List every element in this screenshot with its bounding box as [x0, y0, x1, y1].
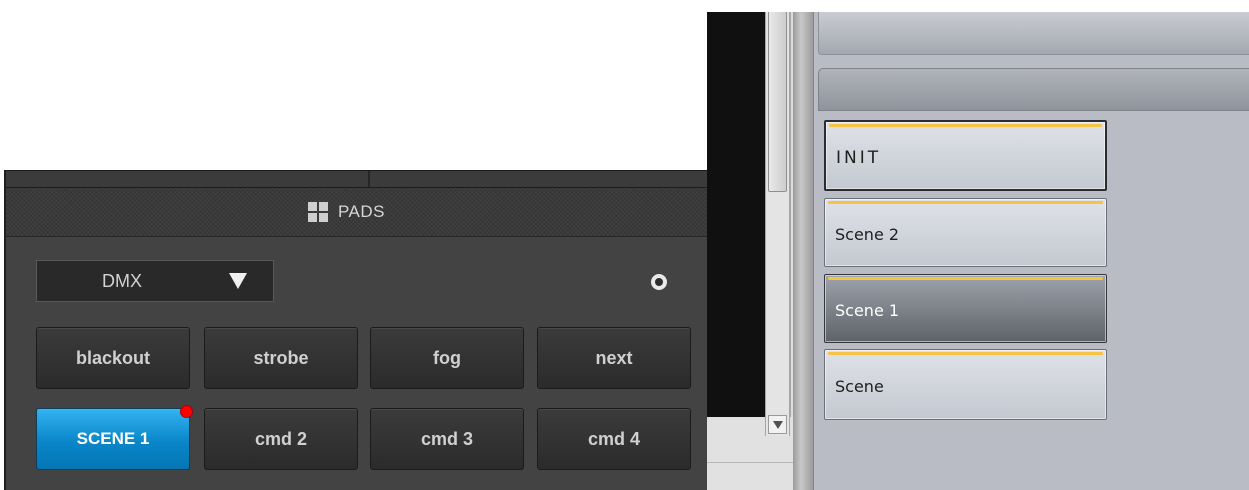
scene-label: Scene 2	[835, 225, 900, 244]
active-indicator-dot	[180, 405, 193, 418]
pad-scene-1[interactable]: SCENE 1	[36, 405, 193, 470]
scene-panel: INIT Scene 2 Scene 1 Scene	[813, 12, 1249, 490]
pads-panel: PADS DMX blackout strobe fog next SCENE …	[4, 170, 707, 490]
pad-label: cmd 2	[254, 428, 308, 449]
pad-next[interactable]: next	[537, 327, 691, 389]
scroll-down-arrow-icon	[772, 420, 783, 429]
scene-accent-bar	[829, 124, 1102, 127]
list-area[interactable]	[707, 12, 765, 417]
grid-icon	[307, 202, 328, 222]
footer-divider	[707, 462, 793, 463]
pad-cmd-3[interactable]: cmd 3	[370, 408, 524, 470]
pad-label: next	[595, 347, 633, 368]
vertical-scrollbar[interactable]	[765, 12, 790, 436]
pad-cmd-2[interactable]: cmd 2	[204, 408, 358, 470]
scene-accent-bar	[828, 277, 1103, 280]
scene-label: INIT	[836, 147, 882, 168]
scene-button-scene-2[interactable]: Scene 2	[824, 198, 1107, 267]
pad-label: blackout	[75, 347, 150, 368]
scene-group-header[interactable]	[818, 68, 1249, 111]
scene-label: Scene	[835, 377, 884, 396]
scene-label: Scene 1	[835, 301, 900, 320]
pad-cmd-4[interactable]: cmd 4	[537, 408, 691, 470]
pad-bank-select-value: DMX	[102, 270, 142, 291]
scrollbar-thumb[interactable]	[768, 12, 787, 192]
scene-button-init[interactable]: INIT	[824, 120, 1107, 191]
scene-accent-bar	[828, 352, 1103, 355]
pad-label: strobe	[253, 347, 309, 368]
pads-top-bar	[6, 171, 707, 188]
top-bar-divider	[368, 171, 370, 187]
pad-label: fog	[433, 347, 461, 368]
pads-title: PADS	[337, 202, 386, 221]
pad-fog[interactable]: fog	[370, 327, 524, 389]
pad-label: cmd 3	[420, 428, 474, 449]
pad-strobe[interactable]: strobe	[204, 327, 358, 389]
pad-blackout[interactable]: blackout	[36, 327, 190, 389]
pad-bank-select[interactable]: DMX	[36, 260, 274, 302]
triangle-down-icon	[229, 273, 247, 289]
status-led-icon[interactable]	[651, 274, 667, 290]
scene-accent-bar	[828, 201, 1103, 204]
scene-toolbar	[818, 12, 1249, 55]
pad-label: SCENE 1	[76, 429, 150, 448]
pads-header[interactable]: PADS	[6, 188, 707, 237]
pane-splitter[interactable]	[793, 12, 813, 490]
pad-label: cmd 4	[587, 428, 641, 449]
scene-button-scene-1[interactable]: Scene 1	[824, 274, 1107, 343]
scroll-down-button[interactable]	[768, 415, 787, 434]
scene-button-scene[interactable]: Scene	[824, 349, 1107, 420]
